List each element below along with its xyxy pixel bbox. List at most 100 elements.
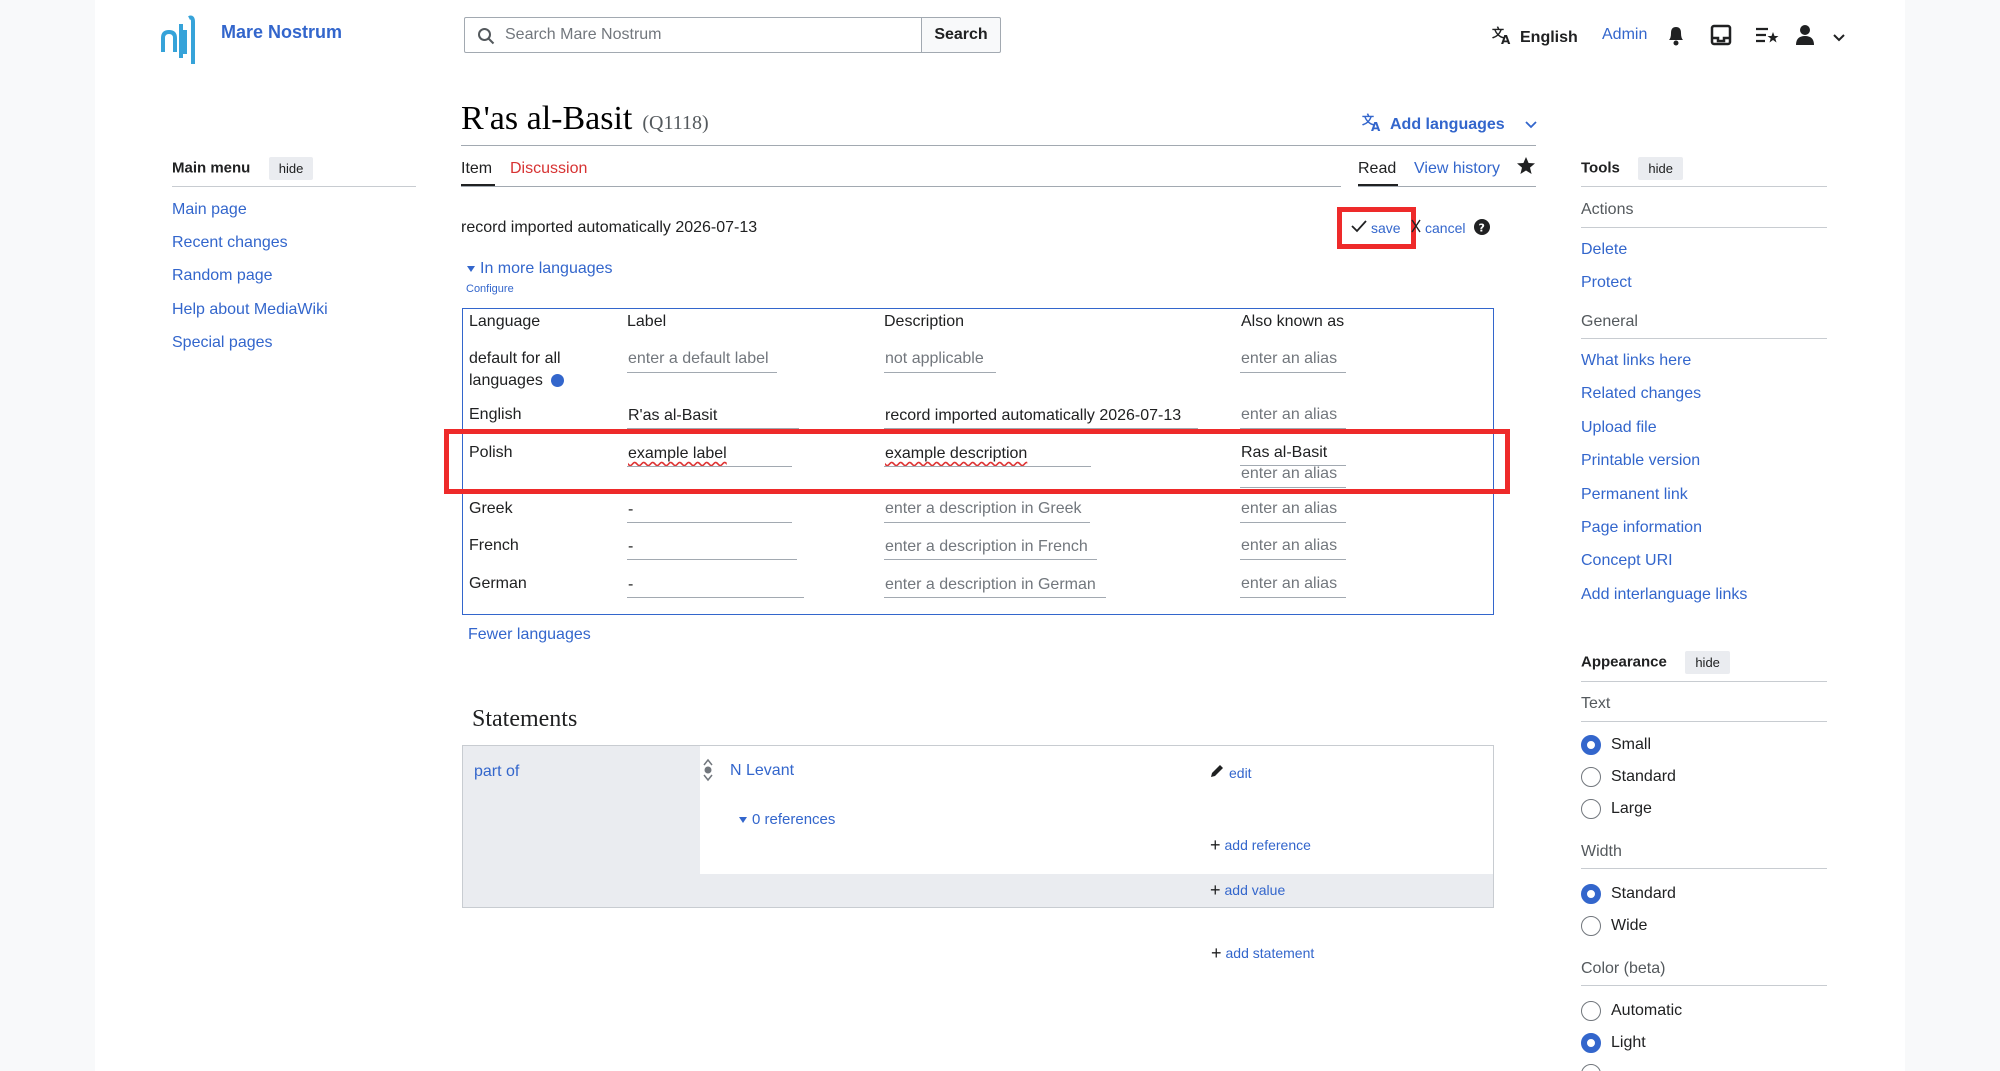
color-option-partial[interactable] bbox=[1581, 1064, 1601, 1071]
radio-unselected[interactable] bbox=[1581, 916, 1601, 936]
rank-selector-icon[interactable] bbox=[702, 758, 714, 787]
color-heading: Color (beta) bbox=[1581, 960, 1666, 977]
add-languages-button[interactable]: 文A Add languages bbox=[1362, 112, 1537, 137]
item-id: (Q1118) bbox=[642, 112, 709, 134]
alias-input-german[interactable]: enter an alias bbox=[1241, 575, 1337, 593]
main-menu-hide-button[interactable]: hide bbox=[268, 157, 314, 180]
edit-statement-button[interactable]: edit bbox=[1209, 763, 1252, 782]
row-language-default: languages bbox=[469, 372, 564, 390]
description-input-german[interactable]: enter a description in German bbox=[885, 576, 1096, 594]
alias-input-french[interactable]: enter an alias bbox=[1241, 537, 1337, 555]
description-input-french[interactable]: enter a description in French bbox=[885, 538, 1088, 556]
radio-unselected[interactable] bbox=[1581, 1064, 1601, 1071]
bell-icon[interactable] bbox=[1666, 24, 1686, 51]
search-button[interactable]: Search bbox=[921, 17, 1001, 53]
tab-item[interactable]: Item bbox=[461, 160, 492, 178]
option-label: Automatic bbox=[1611, 1002, 1683, 1019]
nav-help[interactable]: Help about MediaWiki bbox=[172, 301, 328, 319]
fewer-languages-link[interactable]: Fewer languages bbox=[468, 626, 591, 644]
alias-value-polish[interactable]: Ras al-Basit bbox=[1241, 444, 1327, 462]
divider bbox=[1581, 681, 1827, 682]
language-selector[interactable]: 文A English bbox=[1492, 25, 1578, 50]
radio-unselected[interactable] bbox=[1581, 1001, 1601, 1021]
statement-value-link[interactable]: N Levant bbox=[730, 762, 794, 780]
tray-icon[interactable] bbox=[1710, 24, 1732, 51]
tool-permanent-link[interactable]: Permanent link bbox=[1581, 486, 1688, 504]
mare-nostrum-logo[interactable] bbox=[160, 8, 202, 64]
site-name[interactable]: Mare Nostrum bbox=[221, 22, 342, 43]
add-value-button[interactable]: + add value bbox=[1210, 881, 1286, 899]
nav-random-page[interactable]: Random page bbox=[172, 267, 273, 285]
input-underline bbox=[884, 466, 1091, 467]
label-input-greek[interactable]: - bbox=[628, 501, 633, 519]
radio-selected[interactable] bbox=[1581, 735, 1601, 755]
input-underline bbox=[627, 372, 777, 373]
label-input-english[interactable]: R'as al-Basit bbox=[628, 407, 717, 425]
configure-link[interactable]: Configure bbox=[466, 283, 514, 295]
tool-concept-uri[interactable]: Concept URI bbox=[1581, 552, 1673, 570]
info-dot-icon[interactable] bbox=[550, 374, 564, 388]
alias-input-default[interactable]: enter an alias bbox=[1241, 350, 1337, 368]
input-underline bbox=[1240, 372, 1346, 373]
width-option-wide[interactable]: Wide bbox=[1581, 916, 1647, 936]
text-option-large[interactable]: Large bbox=[1581, 799, 1652, 819]
label-input-german[interactable]: - bbox=[628, 576, 633, 594]
save-button[interactable]: save bbox=[1351, 219, 1401, 236]
search-input[interactable] bbox=[465, 18, 921, 52]
star-icon[interactable] bbox=[1516, 156, 1536, 181]
tab-discussion[interactable]: Discussion bbox=[510, 160, 587, 178]
tool-related-changes[interactable]: Related changes bbox=[1581, 385, 1701, 403]
tool-printable-version[interactable]: Printable version bbox=[1581, 452, 1700, 470]
color-option-light[interactable]: Light bbox=[1581, 1033, 1646, 1053]
tool-upload-file[interactable]: Upload file bbox=[1581, 419, 1657, 437]
nav-special-pages[interactable]: Special pages bbox=[172, 334, 273, 352]
tool-what-links-here[interactable]: What links here bbox=[1581, 352, 1691, 370]
color-option-automatic[interactable]: Automatic bbox=[1581, 1001, 1682, 1021]
add-statement-button[interactable]: + add statement bbox=[1211, 944, 1314, 962]
description-input-default[interactable]: not applicable bbox=[885, 350, 984, 368]
description-input-english[interactable]: record imported automatically 2026-07-13 bbox=[885, 407, 1181, 425]
radio-unselected[interactable] bbox=[1581, 799, 1601, 819]
appearance-hide-button[interactable]: hide bbox=[1685, 651, 1730, 674]
search-field[interactable] bbox=[464, 17, 922, 53]
tab-read[interactable]: Read bbox=[1358, 160, 1396, 178]
tools-hide-button[interactable]: hide bbox=[1638, 157, 1683, 180]
user-link[interactable]: Admin bbox=[1602, 26, 1647, 44]
nav-recent-changes[interactable]: Recent changes bbox=[172, 234, 288, 252]
description-input-greek[interactable]: enter a description in Greek bbox=[885, 500, 1082, 518]
label-input-default[interactable]: enter a default label bbox=[628, 350, 769, 368]
property-part-of[interactable]: part of bbox=[474, 763, 519, 781]
add-value-label: add value bbox=[1224, 882, 1286, 898]
radio-selected[interactable] bbox=[1581, 1033, 1601, 1053]
text-option-standard[interactable]: Standard bbox=[1581, 767, 1676, 787]
search-icon bbox=[477, 27, 495, 50]
cancel-button[interactable]: cancel bbox=[1411, 219, 1465, 236]
text-option-small[interactable]: Small bbox=[1581, 735, 1651, 755]
watchlist-icon[interactable] bbox=[1755, 24, 1779, 51]
alias-input-english[interactable]: enter an alias bbox=[1241, 406, 1337, 424]
in-more-languages-toggle[interactable]: In more languages bbox=[466, 260, 613, 278]
label-input-french[interactable]: - bbox=[628, 538, 633, 556]
alias-input-greek[interactable]: enter an alias bbox=[1241, 500, 1337, 518]
page-title: R'as al-Basit (Q1118) bbox=[461, 100, 709, 138]
alias-input-polish[interactable]: enter an alias bbox=[1241, 465, 1337, 483]
tab-view-history[interactable]: View history bbox=[1414, 160, 1500, 178]
tool-delete[interactable]: Delete bbox=[1581, 241, 1627, 259]
references-toggle[interactable]: 0 references bbox=[738, 811, 835, 828]
add-reference-button[interactable]: + add reference bbox=[1210, 836, 1311, 854]
nav-main-page[interactable]: Main page bbox=[172, 201, 247, 219]
tool-page-information[interactable]: Page information bbox=[1581, 519, 1702, 537]
label-input-polish[interactable]: example label bbox=[628, 445, 727, 463]
radio-selected[interactable] bbox=[1581, 884, 1601, 904]
help-icon[interactable]: ? bbox=[1474, 219, 1490, 240]
width-option-standard[interactable]: Standard bbox=[1581, 884, 1676, 904]
statements-heading: Statements bbox=[472, 706, 578, 732]
tool-protect[interactable]: Protect bbox=[1581, 274, 1632, 292]
add-reference-label: add reference bbox=[1224, 837, 1311, 853]
radio-unselected[interactable] bbox=[1581, 767, 1601, 787]
user-icon[interactable] bbox=[1795, 24, 1815, 51]
tool-add-interlanguage-links[interactable]: Add interlanguage links bbox=[1581, 586, 1747, 604]
chevron-down-icon[interactable] bbox=[1832, 30, 1846, 48]
appearance-title: Appearance bbox=[1581, 653, 1667, 671]
description-input-polish[interactable]: example description bbox=[885, 445, 1027, 463]
